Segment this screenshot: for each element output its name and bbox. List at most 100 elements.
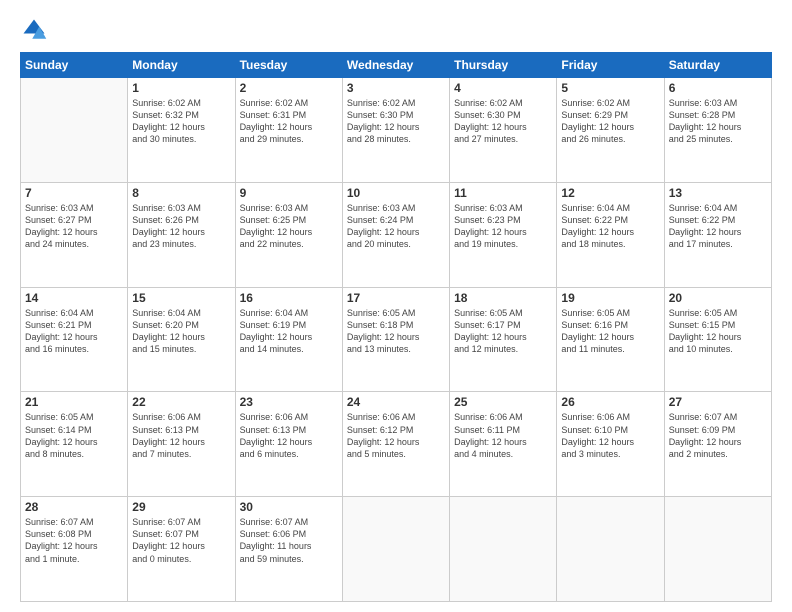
calendar-cell: 27 Sunrise: 6:07 AM Sunset: 6:09 PM Dayli… [664,392,771,497]
cell-info: Sunrise: 6:03 AM Sunset: 6:27 PM Dayligh… [25,202,123,251]
calendar-cell: 6 Sunrise: 6:03 AM Sunset: 6:28 PM Daylig… [664,78,771,183]
calendar-cell: 9 Sunrise: 6:03 AM Sunset: 6:25 PM Daylig… [235,182,342,287]
cell-info: Sunrise: 6:06 AM Sunset: 6:13 PM Dayligh… [240,411,338,460]
calendar-cell: 21 Sunrise: 6:05 AM Sunset: 6:14 PM Dayli… [21,392,128,497]
calendar-cell [557,497,664,602]
calendar-cell [664,497,771,602]
day-number: 10 [347,186,445,200]
weekday-header: Friday [557,53,664,78]
calendar-cell [21,78,128,183]
day-number: 7 [25,186,123,200]
weekday-header: Tuesday [235,53,342,78]
cell-info: Sunrise: 6:02 AM Sunset: 6:31 PM Dayligh… [240,97,338,146]
cell-info: Sunrise: 6:07 AM Sunset: 6:09 PM Dayligh… [669,411,767,460]
calendar-cell: 20Sunrise: 6:05 AM Sunset: 6:15 PM Dayli… [664,287,771,392]
calendar-cell: 30 Sunrise: 6:07 AM Sunset: 6:06 PM Dayli… [235,497,342,602]
day-number: 14 [25,291,123,305]
calendar-cell: 13 Sunrise: 6:04 AM Sunset: 6:22 PM Dayli… [664,182,771,287]
day-number: 8 [132,186,230,200]
cell-info: Sunrise: 6:07 AM Sunset: 6:08 PM Dayligh… [25,516,123,565]
day-number: 5 [561,81,659,95]
calendar-cell: 26Sunrise: 6:06 AM Sunset: 6:10 PM Dayli… [557,392,664,497]
cell-info: Sunrise: 6:06 AM Sunset: 6:13 PM Dayligh… [132,411,230,460]
day-number: 24 [347,395,445,409]
cell-info: Sunrise: 6:05 AM Sunset: 6:17 PM Dayligh… [454,307,552,356]
calendar-week-row: 21 Sunrise: 6:05 AM Sunset: 6:14 PM Dayli… [21,392,772,497]
logo-icon [20,16,48,44]
weekday-header: Sunday [21,53,128,78]
cell-info: Sunrise: 6:03 AM Sunset: 6:25 PM Dayligh… [240,202,338,251]
cell-info: Sunrise: 6:04 AM Sunset: 6:21 PM Dayligh… [25,307,123,356]
weekday-header-row: SundayMondayTuesdayWednesdayThursdayFrid… [21,53,772,78]
cell-info: Sunrise: 6:03 AM Sunset: 6:28 PM Dayligh… [669,97,767,146]
calendar-table: SundayMondayTuesdayWednesdayThursdayFrid… [20,52,772,602]
calendar-cell: 15 Sunrise: 6:04 AM Sunset: 6:20 PM Dayli… [128,287,235,392]
day-number: 13 [669,186,767,200]
day-number: 27 [669,395,767,409]
calendar-week-row: 28 Sunrise: 6:07 AM Sunset: 6:08 PM Dayli… [21,497,772,602]
cell-info: Sunrise: 6:05 AM Sunset: 6:14 PM Dayligh… [25,411,123,460]
cell-info: Sunrise: 6:07 AM Sunset: 6:07 PM Dayligh… [132,516,230,565]
day-number: 25 [454,395,552,409]
weekday-header: Wednesday [342,53,449,78]
calendar-week-row: 7 Sunrise: 6:03 AM Sunset: 6:27 PM Daylig… [21,182,772,287]
calendar-cell: 7 Sunrise: 6:03 AM Sunset: 6:27 PM Daylig… [21,182,128,287]
day-number: 2 [240,81,338,95]
day-number: 26 [561,395,659,409]
calendar-cell: 25 Sunrise: 6:06 AM Sunset: 6:11 PM Dayli… [450,392,557,497]
calendar-cell: 4 Sunrise: 6:02 AM Sunset: 6:30 PM Daylig… [450,78,557,183]
day-number: 1 [132,81,230,95]
day-number: 21 [25,395,123,409]
calendar-cell: 23 Sunrise: 6:06 AM Sunset: 6:13 PM Dayli… [235,392,342,497]
calendar-cell: 11Sunrise: 6:03 AM Sunset: 6:23 PM Dayli… [450,182,557,287]
cell-info: Sunrise: 6:02 AM Sunset: 6:30 PM Dayligh… [454,97,552,146]
weekday-header: Thursday [450,53,557,78]
calendar-cell [342,497,449,602]
day-number: 3 [347,81,445,95]
calendar-cell: 16Sunrise: 6:04 AM Sunset: 6:19 PM Dayli… [235,287,342,392]
day-number: 4 [454,81,552,95]
calendar-cell: 5 Sunrise: 6:02 AM Sunset: 6:29 PM Daylig… [557,78,664,183]
calendar-cell [450,497,557,602]
cell-info: Sunrise: 6:03 AM Sunset: 6:26 PM Dayligh… [132,202,230,251]
day-number: 15 [132,291,230,305]
cell-info: Sunrise: 6:04 AM Sunset: 6:22 PM Dayligh… [561,202,659,251]
logo [20,16,52,44]
cell-info: Sunrise: 6:04 AM Sunset: 6:20 PM Dayligh… [132,307,230,356]
calendar-cell: 17 Sunrise: 6:05 AM Sunset: 6:18 PM Dayli… [342,287,449,392]
day-number: 30 [240,500,338,514]
calendar-cell: 24 Sunrise: 6:06 AM Sunset: 6:12 PM Dayli… [342,392,449,497]
cell-info: Sunrise: 6:05 AM Sunset: 6:16 PM Dayligh… [561,307,659,356]
day-number: 23 [240,395,338,409]
cell-info: Sunrise: 6:02 AM Sunset: 6:32 PM Dayligh… [132,97,230,146]
calendar-cell: 3 Sunrise: 6:02 AM Sunset: 6:30 PM Daylig… [342,78,449,183]
day-number: 9 [240,186,338,200]
day-number: 28 [25,500,123,514]
day-number: 17 [347,291,445,305]
cell-info: Sunrise: 6:03 AM Sunset: 6:23 PM Dayligh… [454,202,552,251]
calendar-cell: 8 Sunrise: 6:03 AM Sunset: 6:26 PM Daylig… [128,182,235,287]
calendar-cell: 12 Sunrise: 6:04 AM Sunset: 6:22 PM Dayli… [557,182,664,287]
day-number: 18 [454,291,552,305]
cell-info: Sunrise: 6:04 AM Sunset: 6:22 PM Dayligh… [669,202,767,251]
day-number: 29 [132,500,230,514]
cell-info: Sunrise: 6:05 AM Sunset: 6:15 PM Dayligh… [669,307,767,356]
weekday-header: Monday [128,53,235,78]
calendar-cell: 2 Sunrise: 6:02 AM Sunset: 6:31 PM Daylig… [235,78,342,183]
cell-info: Sunrise: 6:02 AM Sunset: 6:30 PM Dayligh… [347,97,445,146]
cell-info: Sunrise: 6:06 AM Sunset: 6:12 PM Dayligh… [347,411,445,460]
calendar-week-row: 1 Sunrise: 6:02 AM Sunset: 6:32 PM Daylig… [21,78,772,183]
cell-info: Sunrise: 6:06 AM Sunset: 6:11 PM Dayligh… [454,411,552,460]
day-number: 6 [669,81,767,95]
cell-info: Sunrise: 6:07 AM Sunset: 6:06 PM Dayligh… [240,516,338,565]
page-header [20,16,772,44]
cell-info: Sunrise: 6:05 AM Sunset: 6:18 PM Dayligh… [347,307,445,356]
calendar-page: SundayMondayTuesdayWednesdayThursdayFrid… [0,0,792,612]
day-number: 22 [132,395,230,409]
cell-info: Sunrise: 6:04 AM Sunset: 6:19 PM Dayligh… [240,307,338,356]
day-number: 19 [561,291,659,305]
day-number: 12 [561,186,659,200]
cell-info: Sunrise: 6:02 AM Sunset: 6:29 PM Dayligh… [561,97,659,146]
calendar-cell: 29 Sunrise: 6:07 AM Sunset: 6:07 PM Dayli… [128,497,235,602]
calendar-cell: 28 Sunrise: 6:07 AM Sunset: 6:08 PM Dayli… [21,497,128,602]
